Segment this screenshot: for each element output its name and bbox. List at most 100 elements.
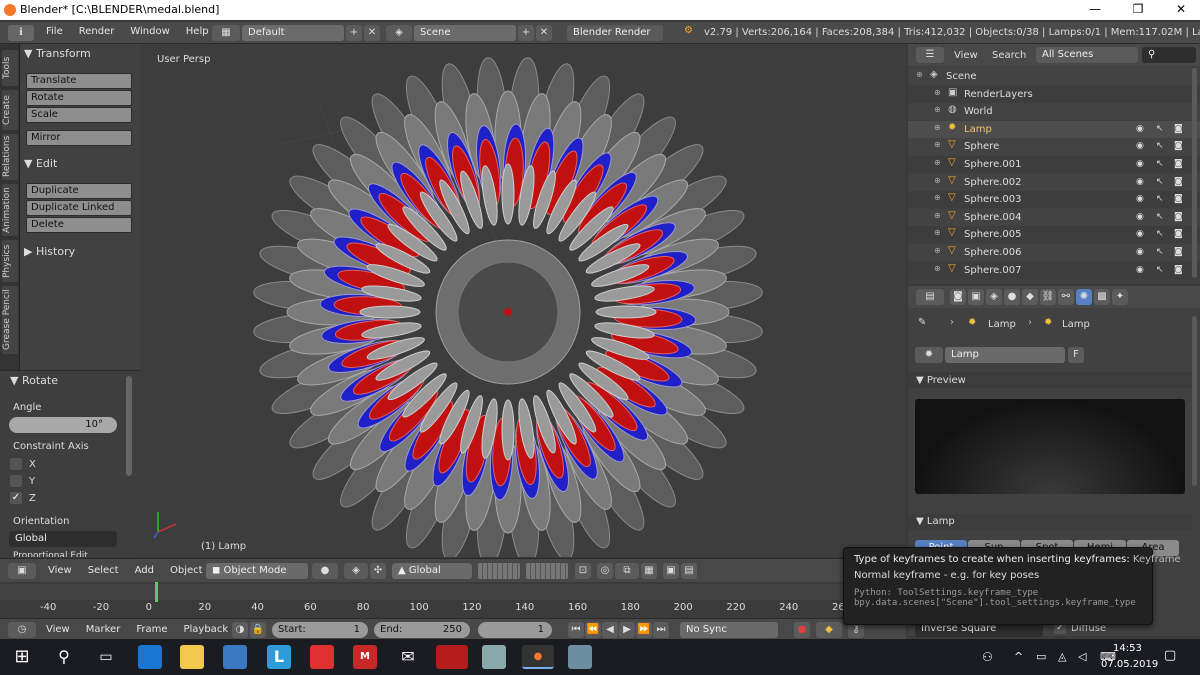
renderable-camera-icon[interactable]: ◙	[1174, 229, 1183, 239]
rotate-button[interactable]: Rotate	[26, 90, 132, 106]
lamp-name-field[interactable]: Lamp	[945, 347, 1065, 363]
delete-layout-icon[interactable]: ✕	[364, 25, 380, 41]
file-explorer-icon[interactable]	[180, 645, 204, 669]
scene-icon[interactable]: ◈	[386, 25, 412, 41]
timeline-menu-playback[interactable]: Playback	[175, 624, 236, 635]
outliner-row[interactable]: ⊕ ▽ Sphere.001 ◉ ↖ ◙	[908, 156, 1200, 173]
visibility-eye-icon[interactable]: ◉	[1136, 265, 1144, 275]
expand-icon[interactable]: ⊕	[934, 123, 941, 132]
renderable-camera-icon[interactable]: ◙	[1174, 212, 1183, 222]
viewport-menu-object[interactable]: Object	[162, 565, 211, 576]
object-tab-icon[interactable]: ◆	[1022, 289, 1038, 305]
world-tab-icon[interactable]: ●	[1004, 289, 1020, 305]
selectable-arrow-icon[interactable]: ↖	[1156, 177, 1164, 187]
sync-select[interactable]: No Sync	[680, 622, 778, 638]
snap-element-icon[interactable]: ▦	[641, 563, 657, 579]
scene-tab-icon[interactable]: ◈	[986, 289, 1002, 305]
menu-render[interactable]: Render	[71, 26, 123, 37]
constraints-tab-icon[interactable]: ⛓	[1040, 289, 1056, 305]
layout-field[interactable]: Default	[242, 25, 344, 41]
timeline[interactable]: -40 -20 0 20 40 60 80 100 120 140 160 180 200 220 240 2…	[0, 582, 906, 618]
windows-start-icon[interactable]: ⊞	[10, 645, 34, 669]
current-frame-marker[interactable]	[155, 582, 158, 602]
selectable-arrow-icon[interactable]: ↖	[1156, 229, 1164, 239]
scale-button[interactable]: Scale	[26, 107, 132, 123]
expand-icon[interactable]: ⊕	[934, 193, 941, 202]
viewport-editor-icon[interactable]: ▣	[8, 563, 36, 579]
blender-taskbar-icon[interactable]: ●	[522, 645, 554, 669]
notifications-icon[interactable]: ▢	[1164, 648, 1176, 663]
selectable-arrow-icon[interactable]: ↖	[1156, 265, 1164, 275]
app-window-icon[interactable]	[482, 645, 506, 669]
people-icon[interactable]: ⚇	[982, 650, 993, 664]
properties-scrollbar[interactable]	[1192, 316, 1197, 486]
opera-icon[interactable]	[436, 645, 468, 669]
timeline-menu-view[interactable]: View	[38, 624, 78, 635]
visibility-eye-icon[interactable]: ◉	[1136, 159, 1144, 169]
clock-date[interactable]: 07.05.2019	[1101, 659, 1158, 670]
tab-physics[interactable]: Physics	[2, 240, 18, 282]
expand-icon[interactable]: ⊕	[934, 140, 941, 149]
selectable-arrow-icon[interactable]: ↖	[1156, 212, 1164, 222]
axis-x-checkbox[interactable]	[10, 458, 22, 470]
outliner-row[interactable]: ⊕ ▽ Sphere.007 ◉ ↖ ◙	[908, 261, 1200, 279]
jump-start-icon[interactable]: ⏮	[568, 622, 584, 638]
outliner-menu-view[interactable]: View	[954, 50, 978, 61]
viewport-menu-view[interactable]: View	[40, 565, 80, 576]
menu-file[interactable]: File	[38, 26, 71, 37]
outliner-search-input[interactable]: ⚲	[1142, 47, 1196, 63]
add-scene-icon[interactable]: +	[518, 25, 534, 41]
store-icon[interactable]	[223, 645, 247, 669]
angle-field[interactable]: 10°	[9, 417, 117, 433]
current-frame-field[interactable]: 1	[478, 622, 552, 638]
expand-icon[interactable]: ⊕	[934, 211, 941, 220]
shading-icon[interactable]: ●	[312, 563, 338, 579]
axis-y-checkbox[interactable]	[10, 475, 22, 487]
task-view-icon[interactable]: ▭	[94, 645, 118, 669]
renderable-camera-icon[interactable]: ◙	[1174, 177, 1183, 187]
clock-time[interactable]: 14:53	[1113, 643, 1142, 654]
timeline-menu-marker[interactable]: Marker	[78, 624, 129, 635]
editor-type-icon[interactable]: ℹ	[8, 25, 34, 41]
renderable-camera-icon[interactable]: ◙	[1174, 141, 1183, 151]
layers-grid-b[interactable]	[526, 563, 568, 579]
timeline-editor-icon[interactable]: ◷	[8, 622, 36, 638]
tab-relations[interactable]: Relations	[2, 134, 18, 180]
lamp-data-tab-icon[interactable]: ✺	[1076, 289, 1092, 305]
snap-icon[interactable]: ⧉	[615, 563, 639, 579]
play-reverse-icon[interactable]: ◀	[602, 622, 618, 638]
preview-panel-header[interactable]: ▼ Preview	[916, 375, 966, 386]
history-panel-header[interactable]: ▶ History	[24, 245, 154, 261]
transform-panel-header[interactable]: ▼ Transform	[24, 47, 154, 63]
opengl-anim-icon[interactable]: ▤	[681, 563, 697, 579]
3d-viewport[interactable]: User Persp (1) Lamp	[140, 44, 906, 557]
mcafee-icon[interactable]: M	[353, 645, 377, 669]
modifiers-tab-icon[interactable]: ⚯	[1058, 289, 1074, 305]
physics-tab-icon[interactable]: ✦	[1112, 289, 1128, 305]
record-icon[interactable]: ●	[794, 622, 810, 638]
properties-editor-icon[interactable]: ▤	[916, 289, 944, 305]
jump-end-icon[interactable]: ⏭	[653, 622, 669, 638]
visibility-eye-icon[interactable]: ◉	[1136, 141, 1144, 151]
selectable-arrow-icon[interactable]: ↖	[1156, 247, 1164, 257]
end-frame-field[interactable]: End: 250	[374, 622, 470, 638]
menu-help[interactable]: Help	[178, 26, 217, 37]
lock-range-icon[interactable]: 🔒	[250, 622, 266, 638]
layers-tab-icon[interactable]: ▣	[968, 289, 984, 305]
outliner-scrollbar[interactable]	[1192, 68, 1197, 278]
outliner-row[interactable]: ⊕ ◈ Scene	[908, 68, 1200, 85]
volume-icon[interactable]: ◁	[1078, 650, 1086, 663]
visibility-eye-icon[interactable]: ◉	[1136, 194, 1144, 204]
renderable-camera-icon[interactable]: ◙	[1174, 159, 1183, 169]
search-icon[interactable]: ⚲	[52, 645, 76, 669]
outliner-editor-icon[interactable]: ☰	[916, 47, 944, 63]
edit-panel-header[interactable]: ▼ Edit	[24, 157, 154, 173]
visibility-eye-icon[interactable]: ◉	[1136, 212, 1144, 222]
scene-field[interactable]: Scene	[414, 25, 516, 41]
selectable-arrow-icon[interactable]: ↖	[1156, 124, 1164, 134]
app-l-icon[interactable]: L	[267, 645, 291, 669]
tab-animation[interactable]: Animation	[2, 184, 18, 236]
duplicate-button[interactable]: Duplicate	[26, 183, 132, 199]
mode-select[interactable]: ◼ Object Mode	[206, 563, 308, 579]
tab-grease-pencil[interactable]: Grease Pencil	[2, 286, 18, 354]
